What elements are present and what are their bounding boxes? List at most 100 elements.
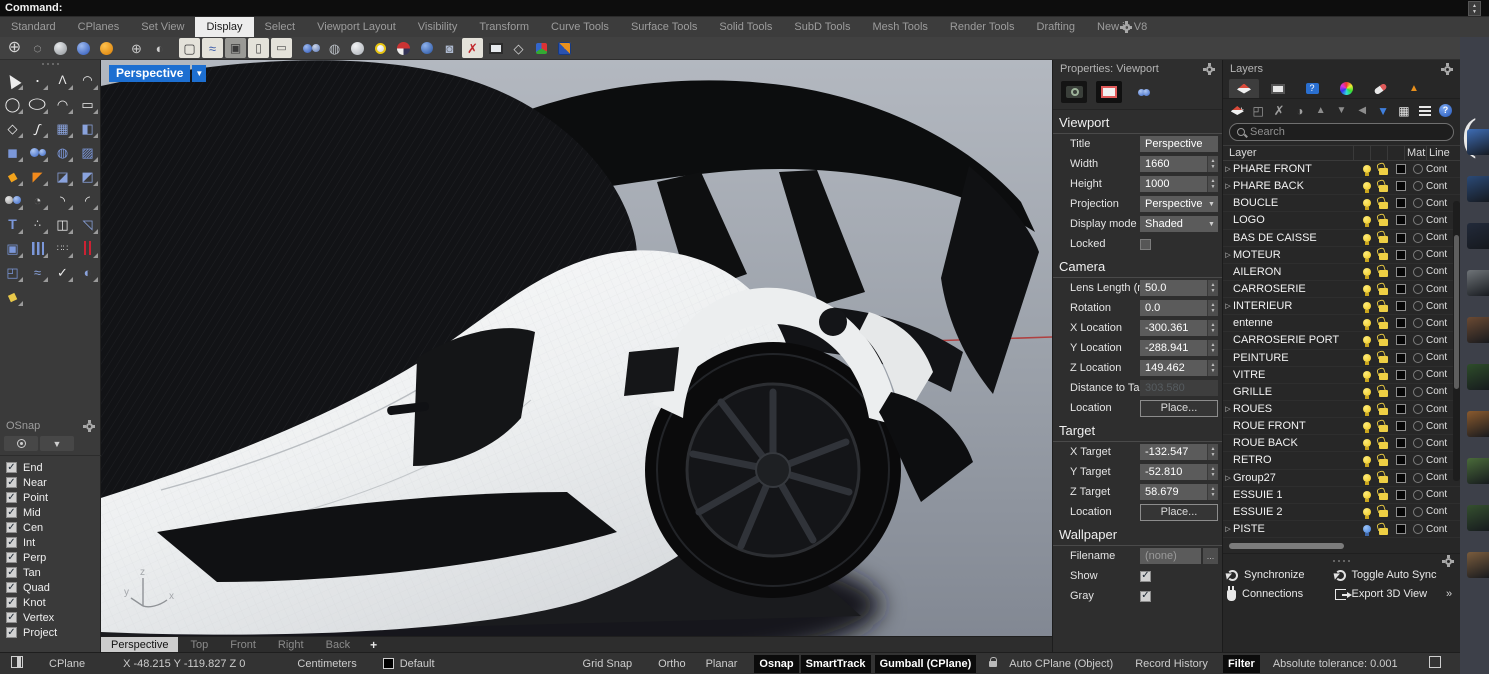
ellipse-tool[interactable]: ◯ xyxy=(25,92,50,116)
property-value-width[interactable]: 1660 xyxy=(1140,156,1207,172)
checkbox-checked-icon[interactable]: ✓ xyxy=(6,597,17,608)
layer-search-input[interactable] xyxy=(1250,126,1446,138)
layer-row[interactable]: RETROCont xyxy=(1223,452,1460,469)
color-wheel-tab-icon[interactable] xyxy=(1331,79,1361,98)
properties-gear-icon[interactable] xyxy=(1203,63,1215,75)
spinner-icon[interactable]: ▲▼ xyxy=(1207,464,1218,480)
orange-sphere-icon[interactable] xyxy=(96,38,117,58)
status-centimeters[interactable]: Centimeters xyxy=(292,655,361,673)
osnap-option-int[interactable]: ✓Int xyxy=(6,535,101,550)
viewport-icon[interactable] xyxy=(1096,81,1122,103)
layer-color-swatch[interactable] xyxy=(1396,233,1406,243)
rotate-plane-tool[interactable]: ◹ xyxy=(75,212,100,236)
layer-lock-icon[interactable] xyxy=(1379,339,1388,346)
viewport-tab-front[interactable]: Front xyxy=(220,637,266,652)
property-value-lens-length-mr[interactable]: 50.0 xyxy=(1140,280,1207,296)
spinner-icon[interactable]: ▲▼ xyxy=(1207,176,1218,192)
layer-lock-icon[interactable] xyxy=(1379,270,1388,277)
layer-lock-icon[interactable] xyxy=(1379,442,1388,449)
checkbox-checked-icon[interactable]: ✓ xyxy=(6,522,17,533)
add-viewport-tab[interactable]: + xyxy=(362,637,385,652)
layer-visibility-bulb-icon[interactable] xyxy=(1363,336,1371,344)
layer-lock-icon[interactable] xyxy=(1379,510,1388,517)
freeform-curve-tool[interactable]: ∫ xyxy=(25,116,50,140)
explode-tool[interactable]: ◤ xyxy=(25,164,50,188)
osnap-option-cen[interactable]: ✓Cen xyxy=(6,520,101,535)
layer-color-swatch[interactable] xyxy=(1396,524,1406,534)
layer-color-swatch[interactable] xyxy=(1396,198,1406,208)
red-pipes-tool[interactable] xyxy=(75,236,100,260)
status-x-48-215-y-119-827-z-0[interactable]: X -48.215 Y -119.827 Z 0 xyxy=(118,655,250,673)
osnap-option-point[interactable]: ✓Point xyxy=(6,490,101,505)
osnap-option-mid[interactable]: ✓Mid xyxy=(6,505,101,520)
layer-row[interactable]: ▷PISTECont xyxy=(1223,521,1460,538)
layer-material-icon[interactable] xyxy=(1413,335,1423,345)
menu-tab-solid-tools[interactable]: Solid Tools xyxy=(708,17,783,37)
surface-patch-tool[interactable]: ▦ xyxy=(50,116,75,140)
layer-visibility-bulb-icon[interactable] xyxy=(1363,268,1371,276)
status-grid-snap[interactable]: Grid Snap xyxy=(578,655,638,673)
select-arrow-tool[interactable] xyxy=(0,68,25,92)
layer-material-icon[interactable] xyxy=(1413,215,1423,225)
layer-search-box[interactable] xyxy=(1229,123,1454,141)
sketch-display-icon[interactable]: ▭ xyxy=(271,38,292,58)
spinner-icon[interactable]: ▲▼ xyxy=(1207,340,1218,356)
place-button[interactable]: Place... xyxy=(1140,400,1218,417)
layer-row[interactable]: ▷MOTEURCont xyxy=(1223,247,1460,264)
osnap-tab-filter[interactable]: ▼ xyxy=(40,436,74,451)
menu-tab-select[interactable]: Select xyxy=(254,17,307,37)
layer-lock-icon[interactable] xyxy=(1379,408,1388,415)
property-value-y-target[interactable]: -52.810 xyxy=(1140,464,1207,480)
check-mark-tool[interactable]: ✓ xyxy=(50,260,75,284)
layer-row[interactable]: ROUE BACKCont xyxy=(1223,435,1460,452)
layer-lock-icon[interactable] xyxy=(1379,322,1388,329)
layer-material-icon[interactable] xyxy=(1413,284,1423,294)
layer-linetype[interactable]: Cont xyxy=(1426,489,1460,500)
layer-visibility-bulb-icon[interactable] xyxy=(1363,285,1371,293)
menu-tab-visibility[interactable]: Visibility xyxy=(407,17,469,37)
layer-row[interactable]: BAS DE CAISSECont xyxy=(1223,230,1460,247)
layer-visibility-bulb-icon[interactable] xyxy=(1363,182,1371,190)
layer-color-swatch[interactable] xyxy=(1396,421,1406,431)
single-point-tool[interactable]: · xyxy=(25,68,50,92)
polygon-tool[interactable]: ◇ xyxy=(0,116,25,140)
layer-color-swatch[interactable] xyxy=(1396,455,1406,465)
property-value-projection[interactable]: Perspective xyxy=(1140,196,1205,212)
sync-panel-drag-handle[interactable] xyxy=(1322,557,1362,565)
panel-layout-icon[interactable] xyxy=(1424,653,1446,674)
circle-tool[interactable]: ◯ xyxy=(0,92,25,116)
status-cplane[interactable]: CPlane xyxy=(44,655,90,673)
layer-visibility-bulb-icon[interactable] xyxy=(1363,474,1371,482)
layers-tab-icon[interactable] xyxy=(1229,79,1259,98)
layer-color-swatch[interactable] xyxy=(1396,301,1406,311)
menu-tab-display[interactable]: Display xyxy=(195,17,253,37)
layer-material-icon[interactable] xyxy=(1413,301,1423,311)
property-value-rotation[interactable]: 0.0 xyxy=(1140,300,1207,316)
osnap-option-knot[interactable]: ✓Knot xyxy=(6,595,101,610)
menu-tab-render-tools[interactable]: Render Tools xyxy=(939,17,1026,37)
layer-visibility-bulb-icon[interactable] xyxy=(1363,508,1371,516)
viewport-tab-right[interactable]: Right xyxy=(268,637,314,652)
layer-material-icon[interactable] xyxy=(1413,370,1423,380)
point-grid-tool[interactable]: ∷∷ xyxy=(50,236,75,260)
status-planar[interactable]: Planar xyxy=(701,655,743,673)
checkbox-checked-icon[interactable]: ✓ xyxy=(1140,591,1151,602)
layer-material-icon[interactable] xyxy=(1413,233,1423,243)
checkbox-unchecked-icon[interactable] xyxy=(1140,239,1151,250)
layer-visibility-bulb-icon[interactable] xyxy=(1363,199,1371,207)
layer-visibility-bulb-icon[interactable] xyxy=(1363,234,1371,242)
materials-tab-icon[interactable]: ? xyxy=(1297,79,1327,98)
delete-layer-icon[interactable]: ✗ xyxy=(1271,103,1288,118)
osnap-option-perp[interactable]: ✓Perp xyxy=(6,550,101,565)
layer-row[interactable]: AILERONCont xyxy=(1223,264,1460,281)
layer-color-swatch[interactable] xyxy=(1396,215,1406,225)
layer-color-swatch[interactable] xyxy=(1396,438,1406,448)
red-cross-monitor-icon[interactable]: ✗ xyxy=(462,38,483,58)
layer-linetype[interactable]: Cont xyxy=(1426,524,1460,535)
layer-row[interactable]: ▷ROUESCont xyxy=(1223,401,1460,418)
property-value-x-target[interactable]: -132.547 xyxy=(1140,444,1207,460)
layer-color-swatch[interactable] xyxy=(1396,250,1406,260)
text-tool[interactable]: T xyxy=(0,212,25,236)
viewport-title-label[interactable]: Perspective xyxy=(109,65,190,82)
layer-row[interactable]: BOUCLECont xyxy=(1223,195,1460,212)
